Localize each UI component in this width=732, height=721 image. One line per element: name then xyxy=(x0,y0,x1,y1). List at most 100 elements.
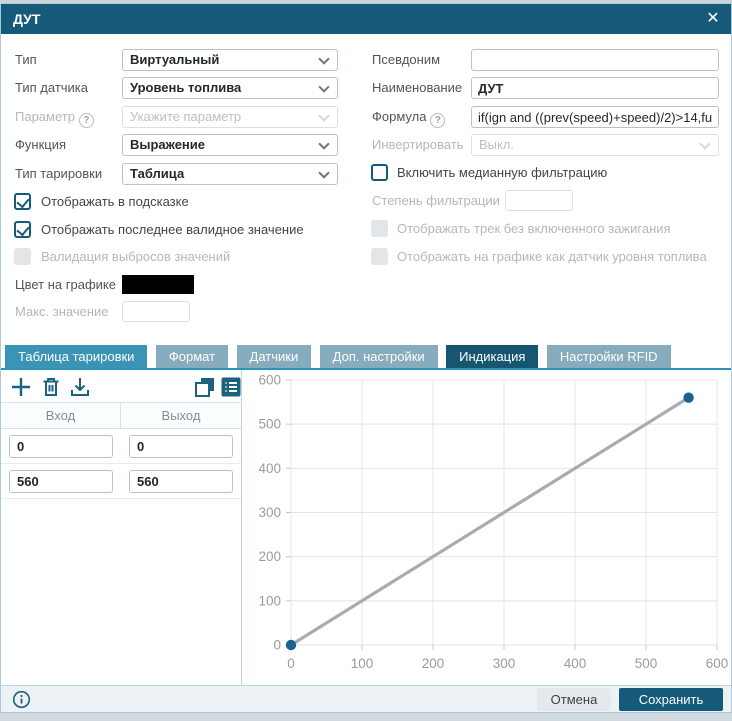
filter-degree-label: Степень фильтрации xyxy=(372,190,500,212)
panel-divider xyxy=(241,370,242,685)
row1-input-value[interactable] xyxy=(9,435,113,458)
svg-text:300: 300 xyxy=(258,505,281,520)
svg-text:500: 500 xyxy=(635,656,658,671)
max-value-label: Макс. значение xyxy=(15,301,109,323)
show-last-valid-label: Отображать последнее валидное значение xyxy=(41,221,304,238)
row2-output-value[interactable] xyxy=(129,470,233,493)
copy-table-button[interactable] xyxy=(193,375,217,399)
svg-text:0: 0 xyxy=(273,638,281,653)
calibration-table-header: Вход Выход xyxy=(1,402,241,429)
list-icon xyxy=(219,375,243,399)
median-filter-checkbox[interactable] xyxy=(371,164,388,181)
chevron-down-icon xyxy=(318,53,329,64)
column-header-output: Выход xyxy=(121,403,241,429)
svg-text:100: 100 xyxy=(351,656,374,671)
show-track-no-ignition-checkbox xyxy=(371,220,388,237)
tab-sensors[interactable]: Датчики xyxy=(237,345,312,368)
svg-text:500: 500 xyxy=(258,417,281,432)
row1-output-value[interactable] xyxy=(129,435,233,458)
screen: ДУТ ✕ Тип Виртуальный Тип датчика Уровен… xyxy=(0,0,732,721)
function-select[interactable]: Выражение xyxy=(122,134,338,156)
filter-degree-input xyxy=(505,190,573,211)
formula-label: Формула? xyxy=(372,106,445,128)
delete-row-button[interactable] xyxy=(39,375,63,399)
tab-calibration-table[interactable]: Таблица тарировки xyxy=(5,345,147,368)
invert-select: Выкл. xyxy=(471,134,719,156)
function-label: Функция xyxy=(15,134,66,156)
column-header-input: Вход xyxy=(1,403,120,429)
sensor-type-select[interactable]: Уровень топлива xyxy=(122,77,338,99)
calibration-type-label: Тип тарировки xyxy=(15,163,102,185)
type-select-value: Виртуальный xyxy=(130,52,219,67)
sensor-type-select-value: Уровень топлива xyxy=(130,80,241,95)
svg-text:0: 0 xyxy=(287,656,295,671)
close-icon[interactable]: ✕ xyxy=(703,9,723,29)
invert-select-value: Выкл. xyxy=(479,137,514,152)
svg-text:400: 400 xyxy=(258,461,281,476)
svg-text:100: 100 xyxy=(258,593,281,608)
show-last-valid-checkbox[interactable] xyxy=(14,221,31,238)
calibration-chart-area: 0 100 200 300 400 500 600 0 100 200 300 400 500 600 xyxy=(243,370,731,685)
save-button[interactable]: Сохранить xyxy=(619,688,723,711)
svg-text:400: 400 xyxy=(564,656,587,671)
help-icon[interactable]: ? xyxy=(430,113,445,128)
svg-text:200: 200 xyxy=(422,656,445,671)
info-icon xyxy=(12,690,31,709)
chevron-down-icon xyxy=(699,138,710,149)
copy-icon xyxy=(193,375,217,399)
alias-input[interactable] xyxy=(471,49,719,71)
alias-label: Псевдоним xyxy=(372,49,440,71)
download-icon xyxy=(68,375,92,399)
parameter-label: Параметр? xyxy=(15,106,94,128)
info-button[interactable] xyxy=(12,690,31,709)
calibration-type-select-value: Таблица xyxy=(130,166,184,181)
background-page-bottom xyxy=(0,714,732,721)
chart-color-label: Цвет на графике xyxy=(15,274,116,296)
max-value-input xyxy=(122,301,190,322)
chevron-down-icon xyxy=(318,138,329,149)
dialog-titlebar: ДУТ ✕ xyxy=(1,4,731,34)
dialog-footer: Отмена Сохранить xyxy=(1,685,731,712)
svg-text:300: 300 xyxy=(493,656,516,671)
row2-input-value[interactable] xyxy=(9,470,113,493)
calibration-type-select[interactable]: Таблица xyxy=(122,163,338,185)
trash-icon xyxy=(39,375,63,399)
invert-label: Инвертировать xyxy=(372,134,464,156)
plus-icon xyxy=(9,375,33,399)
table-row xyxy=(1,429,241,464)
show-track-no-ignition-label: Отображать трек без включенного зажигани… xyxy=(397,220,671,237)
parameter-select: Укажите параметр xyxy=(122,106,338,128)
formula-input[interactable] xyxy=(471,106,719,128)
sensor-type-label: Тип датчика xyxy=(15,77,88,99)
chart-color-swatch[interactable] xyxy=(122,275,194,294)
outlier-validation-checkbox xyxy=(14,248,31,265)
calibration-toolbar xyxy=(1,370,241,402)
show-in-tooltip-checkbox[interactable] xyxy=(14,193,31,210)
help-icon[interactable]: ? xyxy=(79,113,94,128)
type-select[interactable]: Виртуальный xyxy=(122,49,338,71)
add-row-button[interactable] xyxy=(9,375,33,399)
chevron-down-icon xyxy=(318,167,329,178)
function-select-value: Выражение xyxy=(130,137,205,152)
svg-text:200: 200 xyxy=(258,549,281,564)
name-label: Наименование xyxy=(372,77,462,99)
import-table-button[interactable] xyxy=(68,375,92,399)
chevron-down-icon xyxy=(318,81,329,92)
show-as-fuel-on-chart-checkbox xyxy=(371,248,388,265)
table-row xyxy=(1,464,241,499)
tab-bar: Таблица тарировки Формат Датчики Доп. на… xyxy=(1,345,731,368)
cancel-button[interactable]: Отмена xyxy=(537,688,611,711)
tab-indication[interactable]: Индикация xyxy=(446,345,538,368)
show-as-fuel-on-chart-label: Отображать на графике как датчик уровня … xyxy=(397,248,707,265)
svg-text:600: 600 xyxy=(706,656,729,671)
parameter-select-placeholder: Укажите параметр xyxy=(130,109,241,124)
tab-format[interactable]: Формат xyxy=(156,345,228,368)
tab-extra-settings[interactable]: Доп. настройки xyxy=(320,345,438,368)
name-input[interactable] xyxy=(471,77,719,99)
sensor-properties-dialog: ДУТ ✕ Тип Виртуальный Тип датчика Уровен… xyxy=(0,3,732,713)
list-view-button[interactable] xyxy=(219,375,243,399)
median-filter-label: Включить медианную фильтрацию xyxy=(397,164,607,181)
dialog-title: ДУТ xyxy=(13,4,40,34)
svg-text:600: 600 xyxy=(258,373,281,388)
tab-rfid-settings[interactable]: Настройки RFID xyxy=(547,345,671,368)
